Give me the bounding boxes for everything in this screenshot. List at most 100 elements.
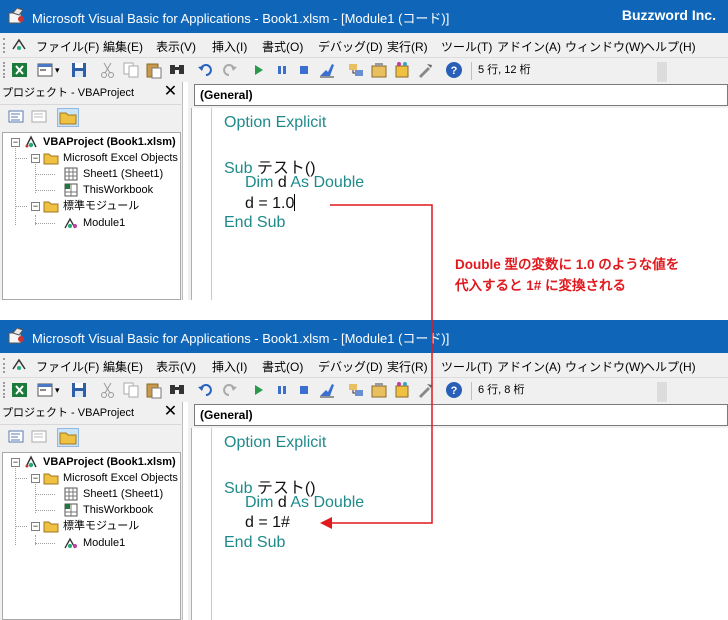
module-menu-icon[interactable]: [11, 357, 27, 373]
paste-icon[interactable]: [145, 381, 163, 399]
toolbox-icon[interactable]: [416, 61, 434, 79]
collapse-toggle[interactable]: −: [31, 154, 40, 163]
tree-item-thisworkbook[interactable]: ThisWorkbook: [83, 182, 153, 198]
tree-item-vbaproject[interactable]: VBAProject (Book1.xlsm): [43, 134, 176, 150]
cut-icon[interactable]: [99, 381, 117, 399]
tree-item-standard-modules[interactable]: 標準モジュール: [63, 518, 139, 534]
run-icon[interactable]: [250, 61, 268, 79]
tree-item-standard-modules[interactable]: 標準モジュール: [63, 198, 139, 214]
menu-edit[interactable]: 編集(E): [103, 38, 143, 55]
menu-file[interactable]: ファイル(F): [36, 38, 99, 55]
tree-item-module1[interactable]: Module1: [83, 535, 125, 551]
menu-view[interactable]: 表示(V): [156, 38, 196, 55]
menu-format[interactable]: 書式(O): [262, 358, 303, 375]
close-icon[interactable]: ✕: [162, 83, 179, 100]
menubar-grip[interactable]: [3, 358, 7, 373]
code-editor[interactable]: Option Explicit Sub テスト() Dim d As Doubl…: [191, 428, 728, 620]
redo-icon[interactable]: [220, 61, 238, 79]
menu-debug[interactable]: デバッグ(D): [318, 358, 383, 375]
menu-run[interactable]: 実行(R): [387, 38, 428, 55]
chevron-down-icon[interactable]: ▾: [55, 381, 63, 399]
menu-tools[interactable]: ツール(T): [441, 358, 492, 375]
insert-userform-icon[interactable]: [36, 381, 54, 399]
menubar-grip[interactable]: [3, 38, 7, 53]
toolbox-icon[interactable]: [416, 381, 434, 399]
save-icon[interactable]: [70, 61, 88, 79]
properties-icon[interactable]: [370, 381, 388, 399]
copy-icon[interactable]: [122, 381, 140, 399]
insert-userform-icon[interactable]: [36, 61, 54, 79]
undo-icon[interactable]: [197, 381, 215, 399]
menu-addins[interactable]: アドイン(A): [497, 358, 561, 375]
collapse-toggle[interactable]: −: [11, 138, 20, 147]
object-combo[interactable]: (General): [194, 84, 728, 106]
close-icon[interactable]: ✕: [162, 403, 179, 420]
find-icon[interactable]: [168, 381, 186, 399]
menu-view[interactable]: 表示(V): [156, 358, 196, 375]
tree-item-module1[interactable]: Module1: [83, 215, 125, 231]
break-icon[interactable]: [273, 381, 291, 399]
object-browser-icon[interactable]: [393, 61, 411, 79]
toolbar-options-chevron-icon[interactable]: [657, 382, 667, 402]
menu-debug[interactable]: デバッグ(D): [318, 38, 383, 55]
code-margin[interactable]: [192, 428, 212, 620]
menu-addins[interactable]: アドイン(A): [497, 38, 561, 55]
cut-icon[interactable]: [99, 61, 117, 79]
project-explorer-icon[interactable]: [347, 381, 365, 399]
toolbar-options-chevron-icon[interactable]: [657, 62, 667, 82]
collapse-toggle[interactable]: −: [31, 522, 40, 531]
tree-item-vbaproject[interactable]: VBAProject (Book1.xlsm): [43, 454, 176, 470]
menu-tools[interactable]: ツール(T): [441, 38, 492, 55]
view-object-icon[interactable]: [31, 109, 49, 126]
menu-window[interactable]: ウィンドウ(W): [565, 358, 644, 375]
properties-icon[interactable]: [370, 61, 388, 79]
tree-item-thisworkbook[interactable]: ThisWorkbook: [83, 502, 153, 518]
code-line-end-sub: End Sub: [224, 214, 286, 231]
toggle-folders-icon[interactable]: [57, 108, 79, 127]
menu-window[interactable]: ウィンドウ(W): [565, 38, 644, 55]
view-object-icon[interactable]: [31, 429, 49, 446]
find-icon[interactable]: [168, 61, 186, 79]
tree-item-excel-objects[interactable]: Microsoft Excel Objects: [63, 150, 178, 166]
project-explorer-icon[interactable]: [347, 61, 365, 79]
toolbar-grip[interactable]: [3, 382, 7, 398]
paste-icon[interactable]: [145, 61, 163, 79]
module-menu-icon[interactable]: [11, 37, 27, 53]
excel-icon[interactable]: [11, 61, 29, 79]
chevron-down-icon[interactable]: ▾: [55, 61, 63, 79]
undo-icon[interactable]: [197, 61, 215, 79]
reset-icon[interactable]: [295, 61, 313, 79]
menu-file[interactable]: ファイル(F): [36, 358, 99, 375]
menu-help[interactable]: ヘルプ(H): [643, 38, 696, 55]
menu-run[interactable]: 実行(R): [387, 358, 428, 375]
object-browser-icon[interactable]: [393, 381, 411, 399]
design-mode-icon[interactable]: [318, 61, 336, 79]
tree-item-excel-objects[interactable]: Microsoft Excel Objects: [63, 470, 178, 486]
design-mode-icon[interactable]: [318, 381, 336, 399]
toolbar-grip[interactable]: [3, 62, 7, 78]
redo-icon[interactable]: [220, 381, 238, 399]
run-icon[interactable]: [250, 381, 268, 399]
view-code-icon[interactable]: [8, 429, 26, 446]
collapse-toggle[interactable]: −: [31, 474, 40, 483]
help-icon[interactable]: ?: [445, 61, 463, 79]
reset-icon[interactable]: [295, 381, 313, 399]
menu-help[interactable]: ヘルプ(H): [643, 358, 696, 375]
collapse-toggle[interactable]: −: [11, 458, 20, 467]
toggle-folders-icon[interactable]: [57, 428, 79, 447]
object-combo[interactable]: (General): [194, 404, 728, 426]
menu-insert[interactable]: 挿入(I): [212, 38, 247, 55]
copy-icon[interactable]: [122, 61, 140, 79]
collapse-toggle[interactable]: −: [31, 202, 40, 211]
tree-item-sheet1[interactable]: Sheet1 (Sheet1): [83, 166, 163, 182]
excel-icon[interactable]: [11, 381, 29, 399]
code-margin[interactable]: [192, 108, 212, 300]
menu-edit[interactable]: 編集(E): [103, 358, 143, 375]
tree-item-sheet1[interactable]: Sheet1 (Sheet1): [83, 486, 163, 502]
break-icon[interactable]: [273, 61, 291, 79]
save-icon[interactable]: [70, 381, 88, 399]
menu-format[interactable]: 書式(O): [262, 38, 303, 55]
help-icon[interactable]: ?: [445, 381, 463, 399]
view-code-icon[interactable]: [8, 109, 26, 126]
menu-insert[interactable]: 挿入(I): [212, 358, 247, 375]
